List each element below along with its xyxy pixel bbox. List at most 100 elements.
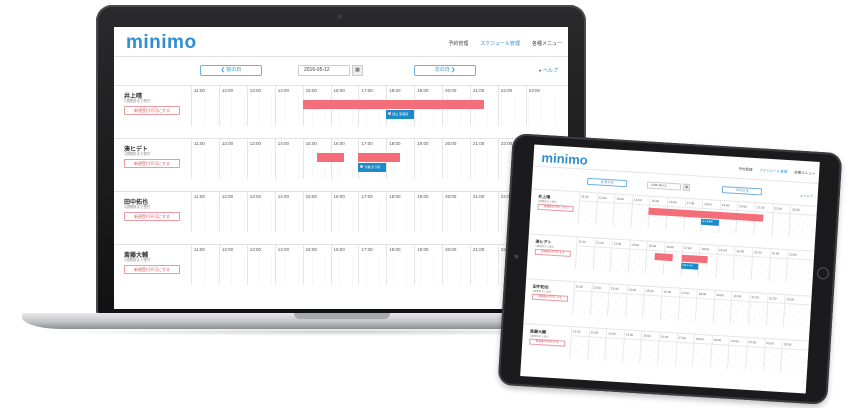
- disable-booking-button[interactable]: 新規受付不可にする: [124, 265, 180, 274]
- laptop-screen: minimo 予約管理 スケジュール管理 各種メニュー ❮ 前の日 2016-0…: [114, 27, 568, 309]
- hour-label: 16:00: [668, 199, 677, 205]
- staff-row: 斎藤大輔 1週間前まで受付 新規受付不可にする 11:00 12:00 13:00 14:0…: [521, 323, 809, 379]
- hour-label: 20:00: [739, 204, 747, 209]
- hour-label: 15:00: [305, 141, 317, 146]
- nav-schedule[interactable]: スケジュール管理: [480, 40, 520, 47]
- reservation-block[interactable]: 加山 恵美様: [386, 110, 415, 119]
- hour-label: 18:00: [389, 88, 401, 93]
- prev-day-button[interactable]: ❮ 前の日: [586, 177, 628, 188]
- hour-label: 20:00: [445, 141, 457, 146]
- hour-label: 21:00: [473, 247, 485, 252]
- hour-label: 17:00: [361, 194, 373, 199]
- hour-label: 14:00: [633, 197, 642, 203]
- tablet-device: minimo 予約管理 スケジュール管理 各種メニュー ❮ 前の日 2016-0…: [497, 133, 843, 405]
- booked-block[interactable]: [358, 153, 401, 162]
- disable-booking-button[interactable]: 新規受付不可にする: [529, 338, 566, 347]
- hour-label: 12:00: [221, 141, 234, 146]
- booked-block[interactable]: [316, 153, 345, 162]
- app-logo[interactable]: minimo: [541, 150, 588, 168]
- hour-label: 22:00: [774, 206, 783, 211]
- schedule-app: minimo 予約管理 スケジュール管理 各種メニュー ❮ 前の日 2016-0…: [114, 27, 568, 309]
- calendar-icon[interactable]: ▦: [682, 183, 691, 192]
- hour-label: 20:00: [445, 194, 457, 199]
- prev-day-button[interactable]: ❮ 前の日: [200, 65, 262, 76]
- hour-label: 14:00: [631, 242, 639, 248]
- disable-booking-button[interactable]: 新規受付不可にする: [124, 159, 180, 168]
- hour-label: 23:00: [791, 207, 800, 212]
- hour-label: 19:00: [417, 194, 429, 199]
- disable-booking-button[interactable]: 新規受付不可にする: [531, 293, 569, 302]
- hour-label: 12:00: [590, 330, 599, 335]
- next-day-button[interactable]: 次の日 ❯: [414, 65, 476, 76]
- booked-block[interactable]: [302, 100, 484, 109]
- reservation-label: 大橋 まり様: [364, 165, 381, 169]
- tablet-bezel: minimo 予約管理 スケジュール管理 各種メニュー ❮ 前の日 2016-0…: [497, 133, 843, 405]
- app-logo[interactable]: minimo: [126, 32, 197, 54]
- hour-label: 18:00: [698, 291, 707, 297]
- hour-label: 16:00: [666, 244, 674, 250]
- next-day-button[interactable]: 次の日 ❯: [721, 186, 763, 196]
- customer-icon: [360, 165, 364, 168]
- nav-reservation[interactable]: 予約管理: [448, 40, 468, 47]
- hour-label: 22:00: [771, 251, 780, 256]
- hour-label: 17:00: [361, 247, 373, 252]
- help-label: ヘルプ: [803, 193, 813, 199]
- hour-label: 11:00: [572, 329, 581, 334]
- hour-label: 12:00: [221, 194, 234, 199]
- hour-label: 14:00: [628, 287, 637, 292]
- reservation-block[interactable]: 大橋 まり様: [680, 262, 699, 270]
- disable-booking-button[interactable]: 新規受付不可にする: [124, 106, 180, 115]
- timeline-grid: 11:00 12:00 13:00 14:00 15:00 16:00 17:00 18:00…: [574, 237, 815, 284]
- hour-label: 13:00: [249, 88, 262, 93]
- hour-label: 18:00: [704, 201, 712, 207]
- disable-booking-button[interactable]: 新規受付不可にする: [537, 203, 574, 212]
- hour-label: 19:00: [417, 247, 429, 252]
- hour-label: 21:00: [754, 250, 762, 255]
- reservation-block[interactable]: 加山 恵美様: [700, 218, 719, 226]
- date-field[interactable]: 2016-05-12: [646, 181, 682, 191]
- nav-menu[interactable]: 各種メニュー: [532, 40, 562, 47]
- hour-label: 17:00: [686, 200, 695, 206]
- staff-row: 田中拓也 1週間前まで受付 新規受付不可にする 11:00 12:00 13:00 14:0…: [114, 191, 568, 237]
- hour-label: 18:00: [389, 194, 401, 199]
- hour-label: 12:00: [221, 88, 234, 93]
- hour-label: 23:00: [789, 252, 797, 257]
- help-link[interactable]: ● ヘルプ: [539, 67, 558, 74]
- hour-label: 12:00: [593, 285, 601, 290]
- hour-label: 13:00: [249, 247, 262, 252]
- booked-block[interactable]: [654, 253, 673, 262]
- date-field[interactable]: 2016-05-12: [298, 65, 350, 76]
- staff-booking-window: 1週間前まで受付: [124, 99, 151, 103]
- hour-label: 21:00: [748, 339, 757, 345]
- staff-booking-window: 1週間前まで受付: [124, 205, 151, 209]
- hour-label: 13:00: [616, 196, 625, 202]
- nav-menu[interactable]: 各種メニュー: [794, 170, 815, 176]
- hour-label: 15:00: [648, 243, 657, 249]
- staff-booking-window: 1週間前まで受付: [124, 152, 151, 156]
- hour-label: 18:00: [389, 141, 401, 146]
- tablet-camera-icon: [514, 254, 519, 259]
- hour-label: 21:00: [473, 141, 485, 146]
- timeline-grid: 11:00 12:00 13:00 14:00 15:00 16:00 17:00 18:00…: [569, 327, 809, 374]
- laptop-notch: [294, 313, 390, 319]
- app-header: minimo 予約管理 スケジュール管理 各種メニュー: [533, 144, 820, 184]
- help-link[interactable]: ● ヘルプ: [800, 193, 813, 199]
- nav-schedule[interactable]: スケジュール管理: [759, 168, 787, 175]
- reservation-block[interactable]: 大橋 まり様: [358, 163, 387, 172]
- calendar-icon[interactable]: ▦: [352, 65, 363, 76]
- hour-label: 22:00: [500, 88, 513, 93]
- disable-booking-button[interactable]: 新規受付不可にする: [124, 212, 180, 221]
- hour-label: 12:00: [595, 240, 604, 245]
- customer-icon: [388, 112, 392, 115]
- nav-reservation[interactable]: 予約管理: [738, 167, 752, 173]
- schedule-app-tablet: minimo 予約管理 スケジュール管理 各種メニュー ❮ 前の日 2016-0…: [520, 144, 820, 393]
- hour-label: 15:00: [305, 194, 317, 199]
- home-button[interactable]: [816, 266, 830, 280]
- hour-label: 11:00: [578, 239, 586, 244]
- disable-booking-button[interactable]: 新規受付不可にする: [534, 248, 571, 257]
- hour-label: 13:00: [249, 194, 262, 199]
- hour-label: 17:00: [361, 88, 373, 93]
- hour-label: 20:00: [730, 338, 739, 344]
- hour-label: 14:00: [277, 141, 289, 146]
- hour-label: 23:00: [786, 297, 795, 302]
